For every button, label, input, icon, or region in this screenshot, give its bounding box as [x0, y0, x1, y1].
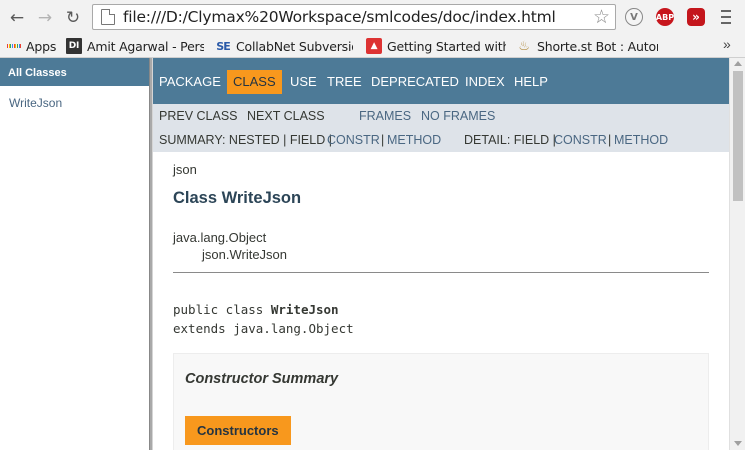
- shortest-icon: ♨: [518, 38, 530, 54]
- next-class: NEXT CLASS: [247, 109, 325, 123]
- nav-deprecated[interactable]: DEPRECATED: [371, 70, 459, 94]
- di-icon: DI: [66, 38, 82, 54]
- bookmark-label: CollabNet Subversion: [236, 38, 353, 54]
- nav-tree[interactable]: TREE: [327, 70, 362, 94]
- page-title: Class WriteJson: [173, 189, 302, 207]
- signature-prefix: public class: [173, 302, 271, 317]
- adblock-plus-icon[interactable]: ABP: [656, 8, 674, 26]
- bookmark-star-icon[interactable]: ☆: [593, 6, 610, 28]
- bookmark-apps[interactable]: Apps: [7, 37, 59, 55]
- browser-toolbar: ← → ↻ file:///D:/Clymax%20Workspace/smlc…: [0, 0, 745, 34]
- page-icon: [101, 9, 115, 25]
- detail-prefix: DETAIL: FIELD |: [464, 133, 556, 147]
- constructors-tab[interactable]: Constructors: [185, 416, 291, 445]
- scroll-up-arrow-icon[interactable]: [734, 61, 742, 66]
- bookmark-amit-agarwal[interactable]: DI Amit Agarwal - Person: [66, 37, 204, 55]
- inheritance-root: java.lang.Object: [173, 230, 267, 245]
- class-signature: public class WriteJson: [173, 302, 339, 317]
- all-classes-header: All Classes: [0, 58, 149, 86]
- bookmarks-bar: Apps DI Amit Agarwal - Person SE CollabN…: [0, 34, 745, 58]
- back-arrow-icon[interactable]: ←: [6, 7, 28, 29]
- nav-class: CLASS: [227, 70, 282, 94]
- class-extends: extends java.lang.Object: [173, 321, 354, 336]
- class-link-writejson[interactable]: WriteJson: [0, 86, 149, 110]
- fast-forward-icon[interactable]: »: [687, 8, 705, 26]
- summary-prefix: SUMMARY: NESTED | FIELD |: [159, 133, 332, 147]
- summary-separator: |: [381, 133, 385, 147]
- signature-name: WriteJson: [270, 302, 339, 317]
- detail-method-link[interactable]: METHOD: [614, 133, 668, 147]
- constructor-summary-block: Constructor Summary Constructors: [173, 353, 709, 450]
- url-text[interactable]: file:///D:/Clymax%20Workspace/smlcodes/d…: [123, 8, 556, 26]
- forward-arrow-icon[interactable]: →: [34, 7, 56, 29]
- more-bookmarks-icon[interactable]: »: [723, 36, 731, 52]
- no-frames-link[interactable]: NO FRAMES: [421, 109, 495, 123]
- apps-grid-icon: [7, 38, 22, 54]
- sub-navbar: PREV CLASS NEXT CLASS FRAMES NO FRAMES S…: [153, 104, 729, 152]
- class-frame: PACKAGE CLASS USE TREE DEPRECATED INDEX …: [153, 58, 745, 450]
- summary-constr-link[interactable]: CONSTR: [327, 133, 380, 147]
- summary-method-link[interactable]: METHOD: [387, 133, 441, 147]
- bookmark-label: Getting Started with T: [387, 38, 506, 54]
- bookmark-shortest[interactable]: ♨ Shorte.st Bot : Autom: [516, 37, 658, 55]
- nav-index[interactable]: INDEX: [465, 70, 505, 94]
- detail-separator: |: [608, 133, 612, 147]
- package-label: json: [173, 162, 197, 177]
- nav-help[interactable]: HELP: [514, 70, 548, 94]
- frames-link[interactable]: FRAMES: [359, 109, 411, 123]
- browser-menu-icon[interactable]: [715, 8, 737, 26]
- prev-class: PREV CLASS: [159, 109, 238, 123]
- bookmark-label: Apps: [26, 38, 57, 54]
- vimium-icon[interactable]: V: [625, 8, 643, 26]
- bookmark-collabnet[interactable]: SE CollabNet Subversion: [215, 37, 353, 55]
- bookmark-getting-started[interactable]: ▲ Getting Started with T: [366, 37, 506, 55]
- bookmark-label: Amit Agarwal - Person: [87, 38, 204, 54]
- nav-package[interactable]: PACKAGE: [159, 70, 221, 94]
- getting-started-icon: ▲: [366, 38, 382, 54]
- scrollbar-thumb[interactable]: [733, 71, 743, 201]
- bookmark-label: Shorte.st Bot : Autom: [537, 38, 658, 54]
- vertical-scrollbar[interactable]: [729, 58, 745, 450]
- scroll-down-arrow-icon[interactable]: [734, 441, 742, 446]
- top-navbar: PACKAGE CLASS USE TREE DEPRECATED INDEX …: [153, 58, 729, 104]
- inheritance-child: json.WriteJson: [202, 247, 288, 262]
- reload-icon[interactable]: ↻: [62, 7, 84, 29]
- constructor-summary-title: Constructor Summary: [185, 371, 339, 387]
- nav-use[interactable]: USE: [290, 70, 317, 94]
- detail-constr-link[interactable]: CONSTR: [554, 133, 607, 147]
- all-classes-frame: All Classes WriteJson: [0, 58, 149, 450]
- se-icon: SE: [216, 39, 230, 53]
- divider: [173, 272, 709, 273]
- class-content: json Class WriteJson java.lang.Object js…: [153, 152, 729, 450]
- address-bar[interactable]: file:///D:/Clymax%20Workspace/smlcodes/d…: [92, 4, 616, 30]
